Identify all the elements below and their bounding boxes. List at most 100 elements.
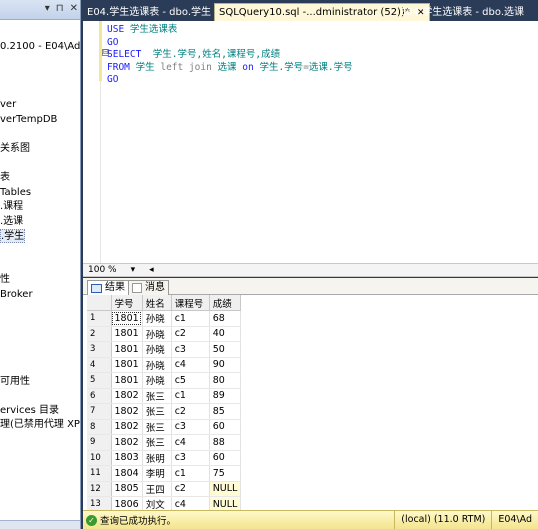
table-cell[interactable]: 80 bbox=[209, 372, 242, 389]
tree-item-sql-agent[interactable]: 理(已禁用代理 XP) bbox=[0, 418, 80, 432]
table-row[interactable]: 2 1801 孙晓 c2 40 bbox=[87, 326, 242, 342]
table-row[interactable]: 12 1805 王四 c2 NULL bbox=[87, 481, 242, 497]
tree-item-system-tables[interactable]: Tables bbox=[0, 186, 31, 200]
table-cell[interactable]: 68 bbox=[209, 310, 242, 327]
table-row[interactable]: 8 1802 张三 c3 60 bbox=[87, 419, 242, 435]
table-cell[interactable]: 1801 bbox=[111, 326, 143, 342]
table-cell[interactable]: 孙晓 bbox=[142, 326, 172, 342]
row-number[interactable]: 13 bbox=[87, 496, 112, 510]
table-row[interactable]: 10 1803 张明 c3 60 bbox=[87, 450, 242, 466]
row-number[interactable]: 9 bbox=[87, 434, 112, 451]
table-cell[interactable]: 40 bbox=[209, 326, 242, 342]
tab-results[interactable]: 结果 bbox=[87, 280, 129, 295]
column-header[interactable]: 课程号 bbox=[171, 295, 210, 311]
table-row[interactable]: 5 1801 孙晓 c5 80 bbox=[87, 372, 242, 389]
table-cell[interactable]: 1804 bbox=[111, 465, 143, 482]
row-number[interactable]: 8 bbox=[87, 419, 112, 435]
table-cell[interactable]: 89 bbox=[209, 388, 242, 404]
table-cell[interactable]: 王四 bbox=[142, 481, 172, 497]
table-cell[interactable]: 1801 bbox=[111, 310, 143, 327]
table-cell[interactable]: 张明 bbox=[142, 450, 172, 466]
table-cell[interactable]: c1 bbox=[171, 310, 210, 327]
table-cell[interactable]: c4 bbox=[171, 357, 210, 373]
tab-messages[interactable]: 消息 bbox=[128, 280, 169, 295]
table-cell[interactable]: c5 bbox=[171, 372, 210, 389]
table-cell[interactable]: 1805 bbox=[111, 481, 143, 497]
tree-item[interactable]: verTempDB bbox=[0, 113, 57, 127]
column-header[interactable]: 姓名 bbox=[142, 295, 172, 311]
row-number[interactable]: 12 bbox=[87, 481, 112, 497]
row-number[interactable]: 11 bbox=[87, 465, 112, 482]
table-cell[interactable]: c2 bbox=[171, 403, 210, 420]
table-cell[interactable]: 1801 bbox=[111, 372, 143, 389]
tree-item-diagrams[interactable]: 关系图 bbox=[0, 142, 30, 156]
table-cell[interactable]: NULL bbox=[209, 496, 242, 510]
table-cell[interactable]: 1803 bbox=[111, 450, 143, 466]
tree-item-tables[interactable]: 表 bbox=[0, 171, 10, 185]
pin-icon[interactable]: ⊓ bbox=[56, 3, 64, 14]
code-text[interactable]: USE 学生选课表 GO SELECT 学生.学号,姓名,课程号,成绩 FROM 学生… bbox=[107, 24, 353, 87]
code-line[interactable]: FROM 学生 left join 选课 on 学生.学号=选课.学号 bbox=[107, 62, 353, 75]
code-line[interactable]: GO bbox=[107, 74, 353, 87]
table-cell[interactable]: 1802 bbox=[111, 388, 143, 404]
table-cell[interactable]: 孙晓 bbox=[142, 310, 172, 327]
code-line[interactable]: GO bbox=[107, 37, 353, 50]
table-cell[interactable]: c3 bbox=[171, 450, 210, 466]
table-cell[interactable]: 50 bbox=[209, 341, 242, 358]
table-cell[interactable]: 1802 bbox=[111, 419, 143, 435]
tree-item-table-course[interactable]: .课程 bbox=[0, 200, 23, 214]
table-cell[interactable]: 1806 bbox=[111, 496, 143, 510]
code-line[interactable]: SELECT 学生.学号,姓名,课程号,成绩 bbox=[107, 49, 353, 62]
zoom-select[interactable]: 100 % ▾ ◂ bbox=[85, 265, 157, 276]
table-cell[interactable]: c3 bbox=[171, 419, 210, 435]
table-cell[interactable]: c3 bbox=[171, 341, 210, 358]
row-number[interactable]: 1 bbox=[87, 310, 112, 327]
table-row[interactable]: 6 1802 张三 c1 89 bbox=[87, 388, 242, 404]
table-row[interactable]: 7 1802 张三 c2 85 bbox=[87, 403, 242, 420]
table-row[interactable]: 3 1801 孙晓 c3 50 bbox=[87, 341, 242, 358]
table-cell[interactable]: 1801 bbox=[111, 357, 143, 373]
tree-item-integration-services[interactable]: ervices 目录 bbox=[0, 404, 59, 418]
table-row[interactable]: 13 1806 刘文 c4 NULL bbox=[87, 496, 242, 510]
table-row[interactable]: 1 1801 孙晓 c1 68 bbox=[87, 310, 242, 327]
table-cell[interactable]: 90 bbox=[209, 357, 242, 373]
table-row[interactable]: 4 1801 孙晓 c4 90 bbox=[87, 357, 242, 373]
table-cell[interactable]: 张三 bbox=[142, 419, 172, 435]
table-cell[interactable]: 60 bbox=[209, 419, 242, 435]
table-cell[interactable]: 孙晓 bbox=[142, 372, 172, 389]
table-cell[interactable]: c2 bbox=[171, 326, 210, 342]
table-cell[interactable]: 李明 bbox=[142, 465, 172, 482]
row-number[interactable]: 7 bbox=[87, 403, 112, 420]
tree-item-service-broker[interactable]: Broker bbox=[0, 288, 33, 302]
table-row[interactable]: 11 1804 李明 c1 75 bbox=[87, 465, 242, 482]
close-icon[interactable]: ✕ bbox=[70, 3, 78, 14]
column-header[interactable]: 成绩 bbox=[209, 295, 242, 311]
row-number[interactable]: 4 bbox=[87, 357, 112, 373]
results-grid[interactable]: 学号 姓名 课程号 成绩 1 1801 孙晓 c1 68 2 1801 孙晓 c2 40 3 1801… bbox=[83, 295, 538, 510]
table-cell[interactable]: 60 bbox=[209, 450, 242, 466]
tree-item-availability[interactable]: 可用性 bbox=[0, 375, 30, 389]
table-cell[interactable]: c1 bbox=[171, 465, 210, 482]
tree-item[interactable]: ver bbox=[0, 98, 16, 112]
table-cell[interactable]: 张三 bbox=[142, 434, 172, 451]
table-cell[interactable]: 88 bbox=[209, 434, 242, 451]
row-number[interactable]: 10 bbox=[87, 450, 112, 466]
table-cell[interactable]: c2 bbox=[171, 481, 210, 497]
table-cell[interactable]: 75 bbox=[209, 465, 242, 482]
row-number[interactable]: 2 bbox=[87, 326, 112, 342]
tree-item-server[interactable]: 0.2100 - E04\Admin bbox=[0, 40, 80, 54]
sql-editor[interactable]: ⊟ USE 学生选课表 GO SELECT 学生.学号,姓名,课程号,成绩 FROM … bbox=[83, 21, 538, 263]
dropdown-icon[interactable]: ▾ bbox=[45, 3, 50, 14]
tree-item[interactable]: 性 bbox=[0, 273, 10, 287]
table-cell[interactable]: 1802 bbox=[111, 403, 143, 420]
table-cell[interactable]: 孙晓 bbox=[142, 341, 172, 358]
table-row[interactable]: 9 1802 张三 c4 88 bbox=[87, 434, 242, 451]
row-number-header[interactable] bbox=[87, 295, 112, 311]
table-cell[interactable]: 张三 bbox=[142, 388, 172, 404]
table-cell[interactable]: 1801 bbox=[111, 341, 143, 358]
code-line[interactable]: USE 学生选课表 bbox=[107, 24, 353, 37]
table-cell[interactable]: 85 bbox=[209, 403, 242, 420]
row-number[interactable]: 6 bbox=[87, 388, 112, 404]
horizontal-scrollbar[interactable] bbox=[0, 520, 80, 529]
tree-item-table-student[interactable]: .学生 bbox=[0, 229, 26, 243]
